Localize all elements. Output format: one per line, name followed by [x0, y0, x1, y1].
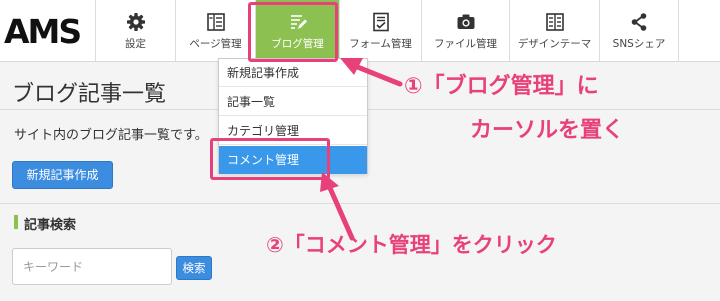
toolbar-design-theme[interactable]: デザインテーマ: [509, 0, 599, 62]
dropdown-item-post-list[interactable]: 記事一覧: [219, 88, 367, 116]
search-button[interactable]: 検索: [176, 256, 212, 280]
toolbar-file-management[interactable]: ファイル管理: [421, 0, 509, 62]
toolbar-label: 設定: [125, 38, 146, 50]
section-marker: [14, 215, 18, 229]
toolbar-sns-share[interactable]: SNSシェア: [599, 0, 679, 62]
blog-dropdown-menu: 新規記事作成 記事一覧 カテゴリ管理 コメント管理: [218, 58, 368, 174]
toolbar-label: SNSシェア: [612, 38, 666, 50]
ams-logo[interactable]: AMS: [4, 10, 94, 54]
toolbar-blog-management[interactable]: ブログ管理: [255, 0, 339, 62]
annotation-step1-line1: ①「ブログ管理」に: [404, 74, 599, 99]
page-description: サイト内のブログ記事一覧です。: [14, 128, 208, 143]
dropdown-item-category[interactable]: カテゴリ管理: [219, 117, 367, 145]
toolbar-settings[interactable]: 設定: [95, 0, 175, 62]
dropdown-item-new-post[interactable]: 新規記事作成: [219, 59, 367, 87]
gear-icon: [126, 13, 145, 31]
page-title: ブログ記事一覧: [12, 82, 167, 107]
camera-icon: [457, 14, 474, 29]
annotation-step1-line2: カーソルを置く: [470, 118, 625, 143]
top-toolbar: AMS 設定 ページ管理 ブログ管理 フォーム管理 ファイル管理 デザインテーマ…: [0, 0, 720, 62]
toolbar-label: ブログ管理: [271, 38, 324, 50]
page-layout-icon: [206, 13, 225, 31]
new-post-button[interactable]: 新規記事作成: [12, 161, 113, 189]
toolbar-label: ページ管理: [189, 38, 242, 50]
blog-pen-icon: [290, 15, 307, 29]
section-divider: [0, 203, 720, 204]
form-checklist-icon: [372, 12, 389, 32]
toolbar-label: フォーム管理: [349, 38, 412, 50]
toolbar-label: ファイル管理: [434, 38, 497, 50]
toolbar-menu: 設定 ページ管理 ブログ管理 フォーム管理 ファイル管理 デザインテーマ SNS…: [95, 0, 679, 62]
dropdown-item-comment[interactable]: コメント管理: [219, 146, 367, 174]
toolbar-label: デザインテーマ: [517, 38, 592, 50]
keyword-input[interactable]: [12, 248, 172, 285]
toolbar-form-management[interactable]: フォーム管理: [339, 0, 421, 62]
annotation-step2: ②「コメント管理」をクリック: [266, 233, 557, 257]
design-theme-icon: [545, 13, 564, 31]
toolbar-page-management[interactable]: ページ管理: [175, 0, 255, 62]
search-section-title: 記事検索: [24, 218, 77, 233]
share-icon: [631, 13, 647, 31]
